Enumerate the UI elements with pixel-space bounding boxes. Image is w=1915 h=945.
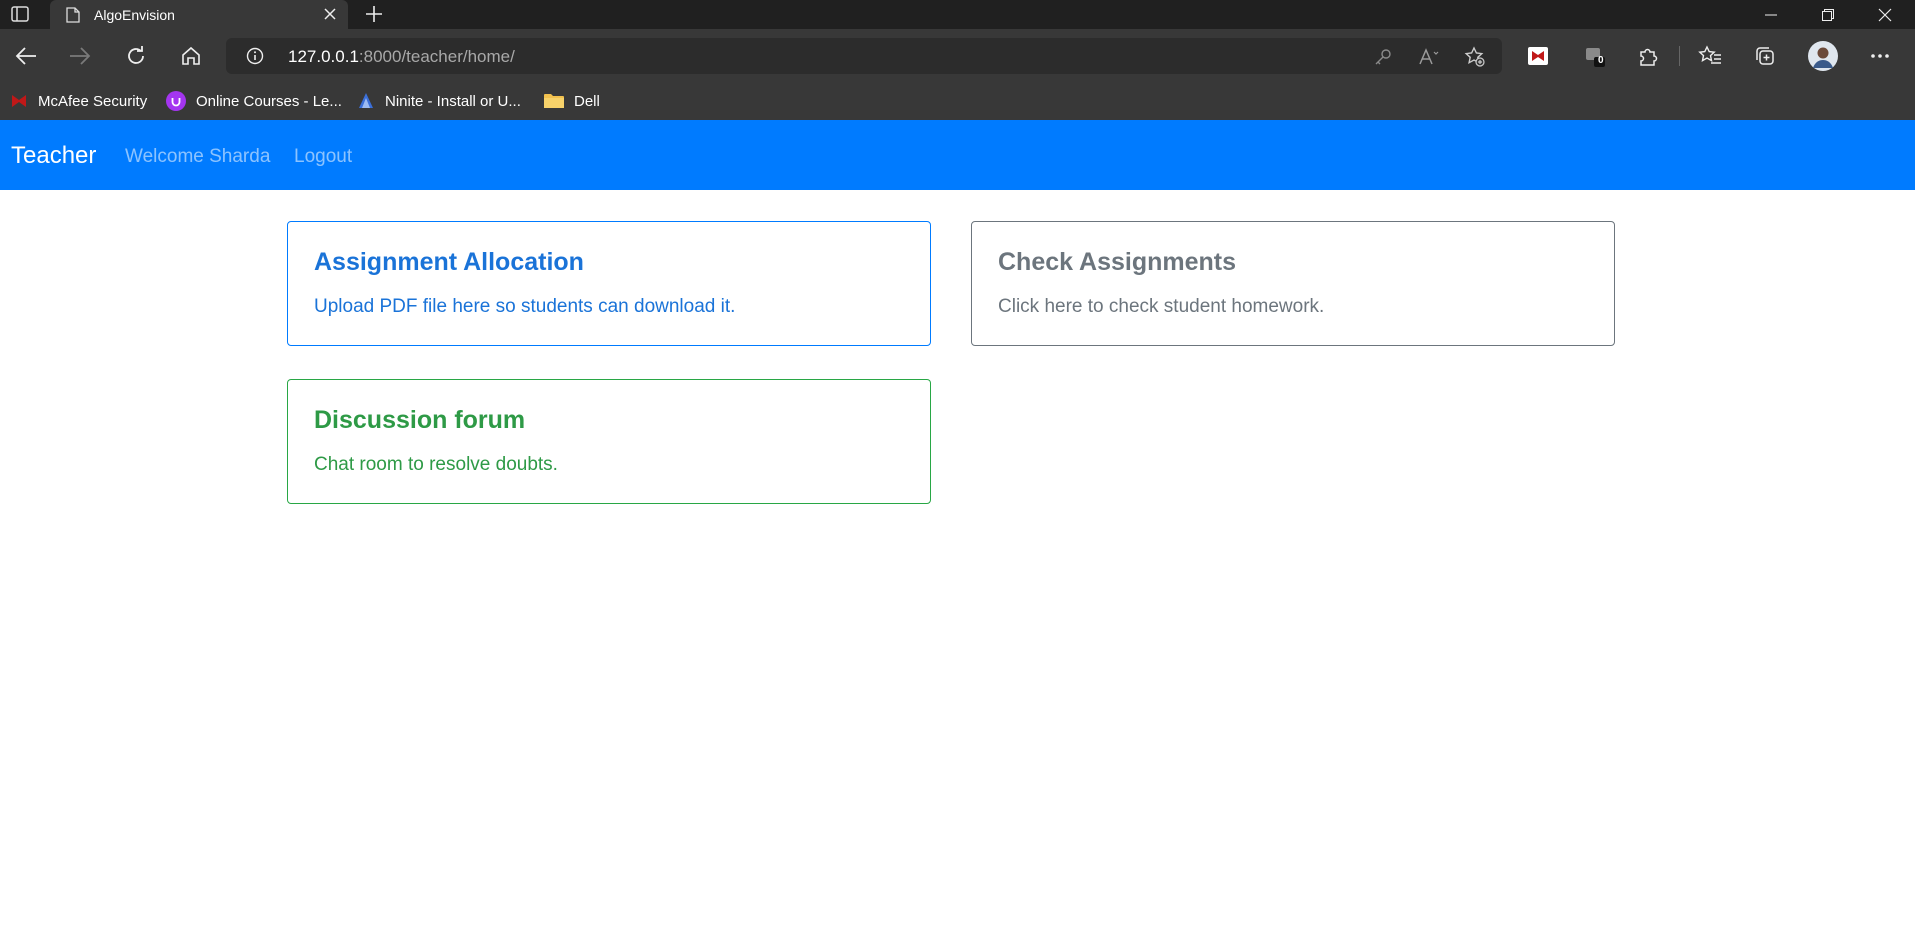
- tab-title: AlgoEnvision: [94, 6, 175, 23]
- read-aloud-icon[interactable]: [1418, 46, 1440, 68]
- folder-icon: [544, 93, 564, 109]
- card-title: Discussion forum: [314, 406, 526, 434]
- card-assignment-allocation[interactable]: Assignment Allocation Upload PDF file he…: [287, 221, 931, 346]
- new-tab-icon[interactable]: [363, 3, 385, 25]
- url-host: 127.0.0.1: [288, 47, 359, 66]
- url-text: 127.0.0.1:8000/teacher/home/: [288, 47, 515, 67]
- home-icon[interactable]: [176, 41, 206, 71]
- bookmark-ninite[interactable]: Ninite - Install or U...: [357, 90, 521, 112]
- forward-arrow-icon[interactable]: [65, 41, 95, 71]
- tab-actions-icon[interactable]: [6, 3, 34, 25]
- back-arrow-icon[interactable]: [11, 41, 41, 71]
- page-icon: [66, 6, 80, 23]
- browser-toolbar: 127.0.0.1:8000/teacher/home/ 0: [0, 29, 1915, 82]
- address-bar[interactable]: 127.0.0.1:8000/teacher/home/: [226, 38, 1502, 74]
- nav-welcome-link[interactable]: Welcome Sharda: [125, 146, 270, 168]
- mcafee-icon: [10, 93, 28, 109]
- navbar-brand[interactable]: Teacher: [11, 142, 96, 170]
- udemy-icon: [166, 91, 186, 111]
- collections-icon[interactable]: [1750, 41, 1780, 71]
- bookmark-dell[interactable]: Dell: [544, 90, 600, 112]
- extension-badge-count: 0: [1598, 55, 1604, 66]
- more-options-icon[interactable]: [1865, 41, 1895, 71]
- bookmark-mcafee[interactable]: McAfee Security: [10, 90, 147, 112]
- bookmarks-bar: McAfee Security Online Courses - Le... N…: [0, 82, 1915, 120]
- ninite-icon: [357, 92, 375, 110]
- profile-avatar[interactable]: [1806, 39, 1840, 73]
- key-icon[interactable]: [1372, 46, 1394, 68]
- card-text: Upload PDF file here so students can dow…: [314, 296, 736, 317]
- url-path: :8000/teacher/home/: [358, 47, 515, 66]
- refresh-icon[interactable]: [121, 41, 151, 71]
- card-text: Click here to check student homework.: [998, 296, 1325, 317]
- card-text: Chat room to resolve doubts.: [314, 454, 558, 475]
- bookmark-label: Dell: [574, 92, 600, 110]
- site-info-icon[interactable]: [246, 47, 264, 70]
- toolbar-divider: [1679, 46, 1680, 66]
- card-discussion-forum[interactable]: Discussion forum Chat room to resolve do…: [287, 379, 931, 504]
- card-title: Assignment Allocation: [314, 248, 584, 276]
- card-check-assignments[interactable]: Check Assignments Click here to check st…: [971, 221, 1615, 346]
- bookmark-online-courses[interactable]: Online Courses - Le...: [166, 90, 342, 112]
- minimize-icon[interactable]: [1748, 0, 1794, 29]
- browser-tab-bar: AlgoEnvision: [0, 0, 1915, 29]
- add-favorite-icon[interactable]: [1464, 46, 1486, 68]
- mcafee-extension-icon[interactable]: [1523, 41, 1553, 71]
- bookmark-label: Online Courses - Le...: [196, 92, 342, 110]
- browser-tab-active[interactable]: AlgoEnvision: [50, 0, 348, 29]
- restore-icon[interactable]: [1805, 0, 1851, 29]
- close-window-icon[interactable]: [1862, 0, 1908, 29]
- page-navbar: Teacher Welcome Sharda Logout: [0, 120, 1915, 190]
- card-title: Check Assignments: [998, 248, 1237, 276]
- close-tab-icon[interactable]: [322, 6, 338, 22]
- extensions-puzzle-icon[interactable]: [1633, 41, 1663, 71]
- bookmark-label: Ninite - Install or U...: [385, 92, 521, 110]
- bookmark-label: McAfee Security: [38, 92, 148, 110]
- nav-logout-link[interactable]: Logout: [294, 146, 352, 168]
- extension-badge-icon[interactable]: 0: [1580, 41, 1610, 71]
- favorites-icon[interactable]: [1695, 41, 1725, 71]
